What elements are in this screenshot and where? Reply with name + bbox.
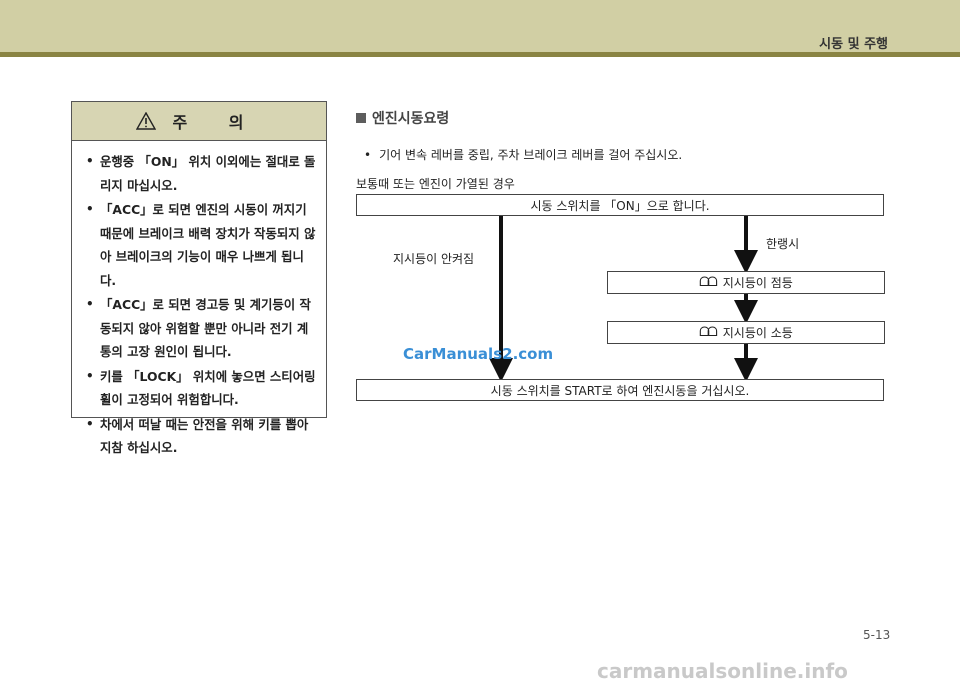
glow-plug-icon: ᗝᗝ [699,275,718,290]
flow-lamp-on: ᗝᗝ 지시등이 점등 [607,271,885,294]
lamp-on-text: 지시등이 점등 [722,276,793,290]
flow-step-start: 시동 스위치를 START로 하여 엔진시동을 거십시오. [356,379,884,401]
flow-lamp-off: ᗝᗝ 지시등이 소등 [607,321,885,344]
label-cold: 한랭시 [766,237,800,251]
footer-watermark: carmanualsonline.info [597,659,848,683]
glow-plug-icon: ᗝᗝ [699,325,718,340]
flow-step-switch-on: 시동 스위치를 「ON」으로 합니다. [356,194,884,216]
watermark-link[interactable]: CarManuals2.com [403,345,553,363]
label-not-lit: 지시등이 안켜짐 [393,252,475,266]
page-number: 5-13 [863,628,891,642]
lamp-off-text: 지시등이 소등 [722,326,793,340]
